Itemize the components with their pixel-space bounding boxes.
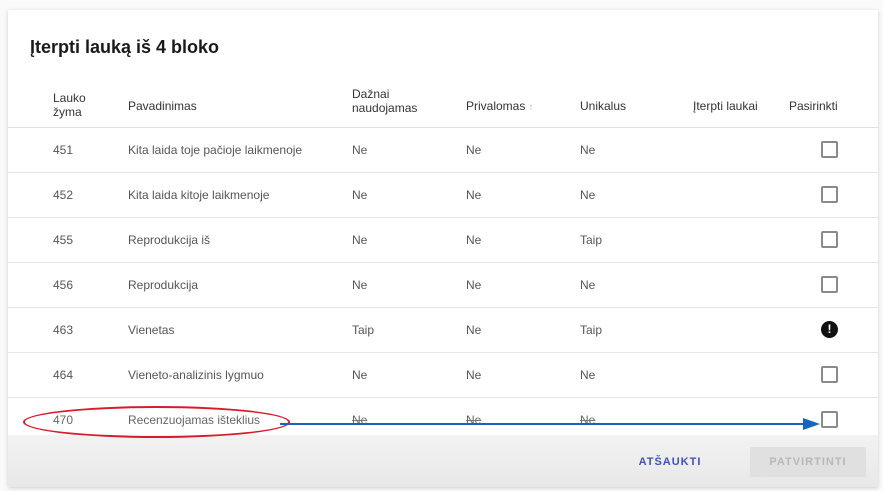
annotation-arrow <box>280 418 820 430</box>
page-background: Įterpti lauką iš 4 bloko Lauko žyma Pava… <box>0 0 883 491</box>
